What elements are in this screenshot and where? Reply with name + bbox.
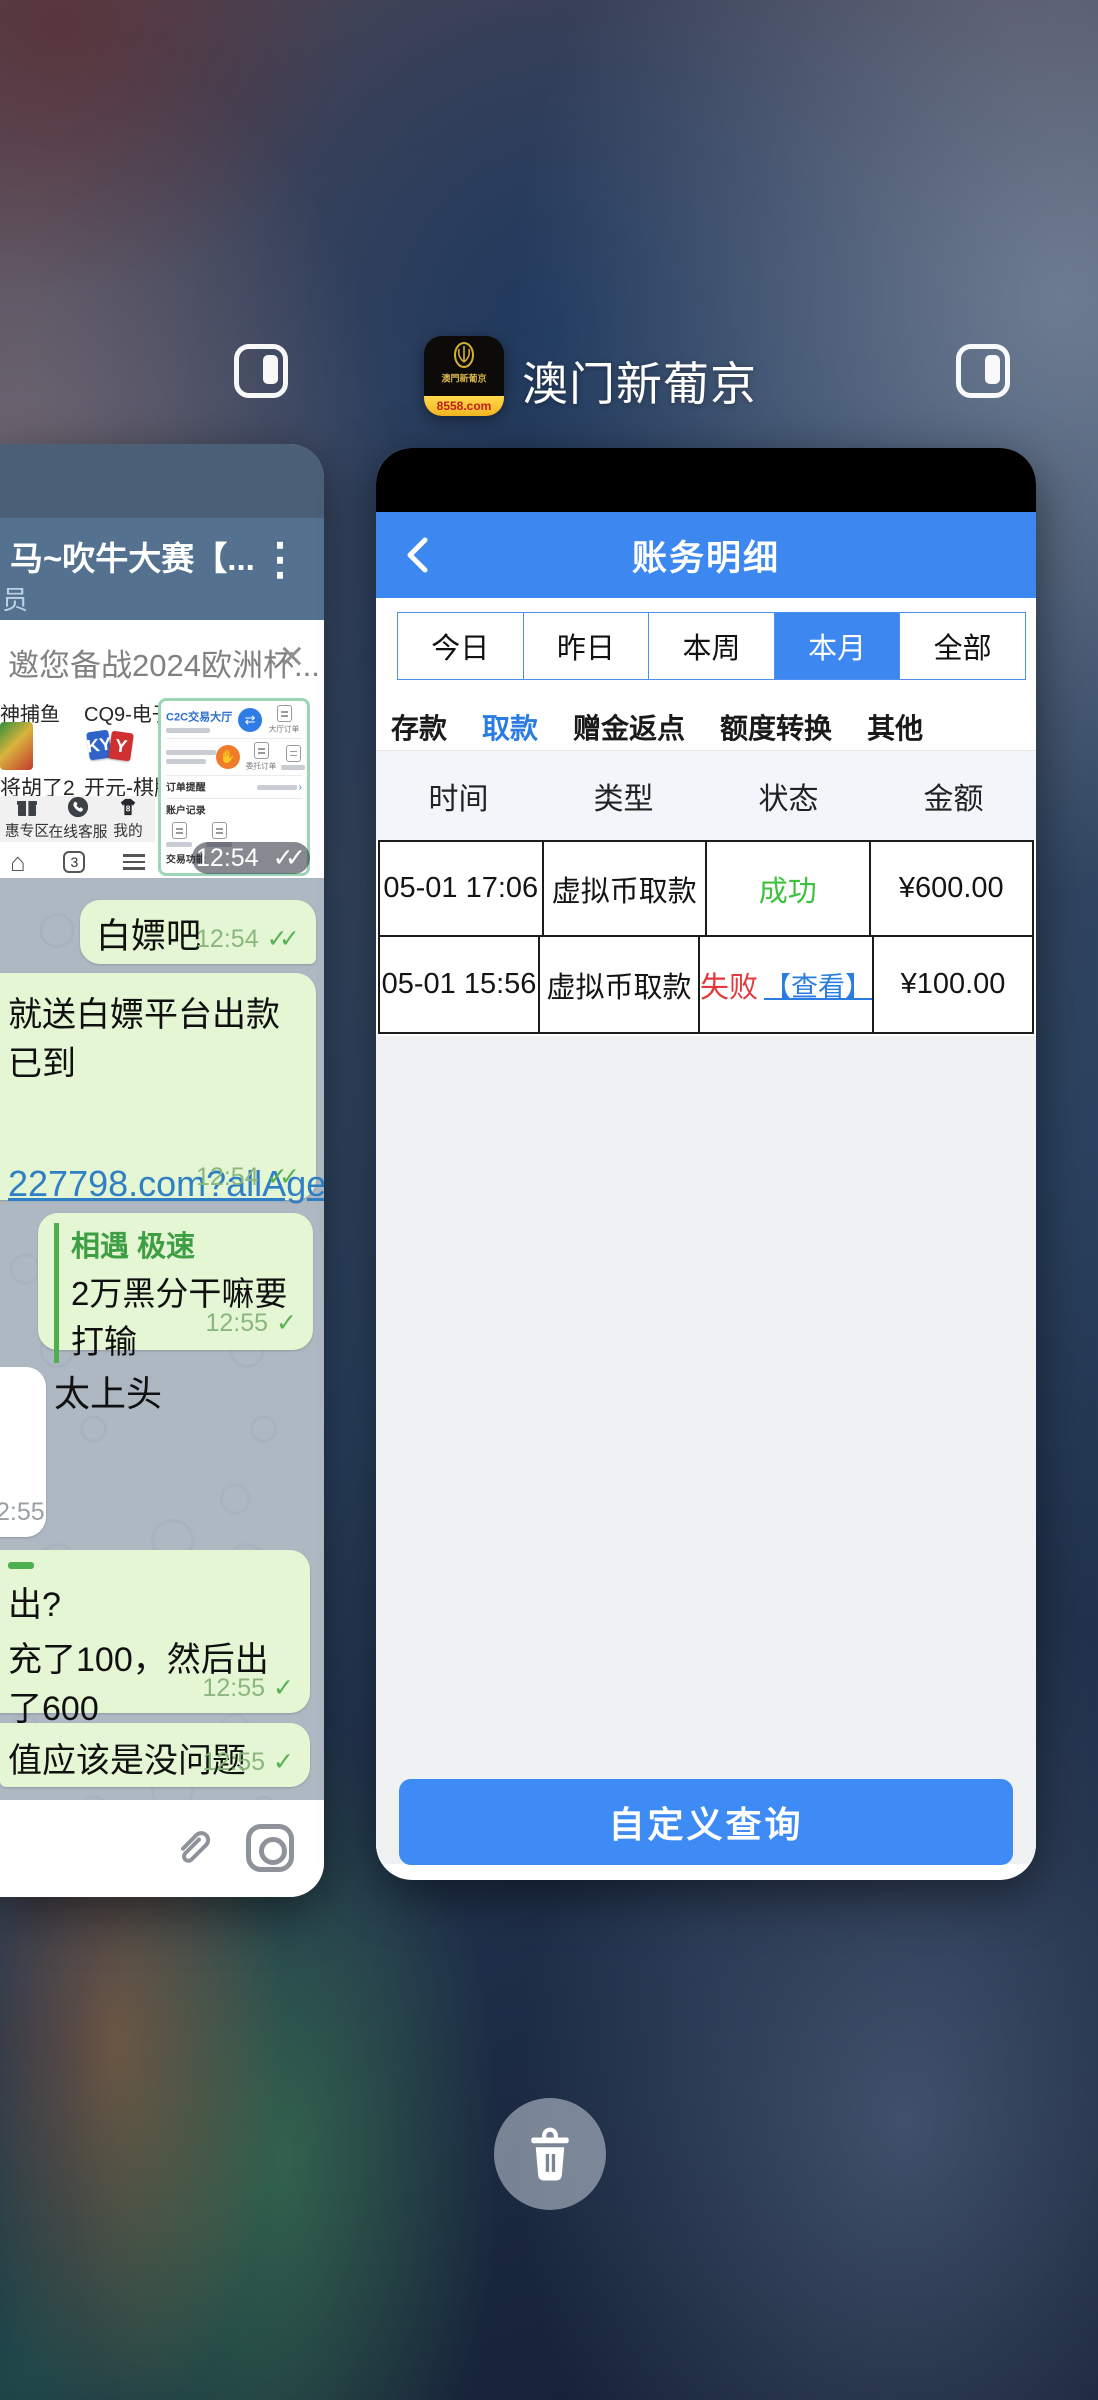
svg-text:8: 8 xyxy=(126,805,131,814)
account-detail-header: 账务明细 xyxy=(376,512,1036,598)
menu-gift-item: 惠专区 xyxy=(2,797,52,841)
cell-amount: ¥600.00 xyxy=(869,842,1033,935)
camera-icon[interactable] xyxy=(246,1824,294,1872)
pinned-message-text: 邀您备战2024欧洲杯... xyxy=(8,640,320,685)
trash-icon xyxy=(523,2125,577,2183)
telegram-app-card[interactable]: 马~吹牛大赛【... 员 ⋮ 邀您备战2024欧洲杯... × 神捕鱼 CQ9-… xyxy=(0,444,324,1897)
mahjong-game-icon xyxy=(0,722,33,770)
ky-logo-icon: KY Y xyxy=(86,730,138,762)
date-range-tabs: 今日 昨日 本周 本月 全部 xyxy=(397,612,1026,680)
chat-scroll-area[interactable]: 白嫖吧 12:54✓✓ 就送白嫖平台出款已到 227798.com?allAge… xyxy=(0,878,324,1800)
more-menu-icon[interactable]: ⋮ xyxy=(258,534,302,585)
cell-status-success: 成功 xyxy=(705,842,869,935)
cell-type: 虚拟币取款 xyxy=(538,937,698,1032)
message-input-bar[interactable] xyxy=(0,1800,324,1897)
cell-time: 05-01 15:56 xyxy=(380,937,538,1032)
outgoing-message-with-quote[interactable]: 相遇 极速 2万黑分干嘛要打输 太上头 12:55✓ xyxy=(38,1213,313,1350)
chat-members-label: 员 xyxy=(2,580,28,617)
telegram-chat-header: 马~吹牛大赛【... 员 ⋮ xyxy=(0,518,324,620)
col-amount: 金额 xyxy=(871,774,1036,818)
telegram-statusbar xyxy=(0,444,324,518)
tab-today[interactable]: 今日 xyxy=(398,613,523,679)
tab-other[interactable]: 其他 xyxy=(867,707,923,747)
incoming-message-cropped[interactable]: 2:55 xyxy=(0,1367,46,1537)
outgoing-message[interactable]: 白嫖吧 12:54✓✓ xyxy=(80,900,316,964)
casino-app-icon[interactable]: 澳門新葡京 8558.com xyxy=(424,336,504,416)
outgoing-message[interactable]: 出? 充了100，然后出了600 12:55✓ xyxy=(0,1550,310,1713)
tab-this-month[interactable]: 本月 xyxy=(774,613,900,679)
mini-menu-strip: 惠专区 在线客服 8 我的 xyxy=(0,796,155,842)
tab-withdraw[interactable]: 取款 xyxy=(482,707,538,747)
swap-icon: ⇄ xyxy=(238,708,262,732)
quoted-message[interactable]: 相遇 极速 2万黑分干嘛要打输 xyxy=(54,1223,299,1363)
menu-mine-item: 8 我的 xyxy=(104,797,154,841)
hamburger-icon xyxy=(123,850,145,874)
tab-this-week[interactable]: 本周 xyxy=(648,613,774,679)
col-time: 时间 xyxy=(376,774,541,818)
hand-icon: ✋ xyxy=(216,745,240,769)
tab-yesterday[interactable]: 昨日 xyxy=(523,613,649,679)
delete-all-button[interactable] xyxy=(494,2098,606,2210)
cell-type: 虚拟币取款 xyxy=(542,842,706,935)
col-type: 类型 xyxy=(541,774,706,818)
tab-quota-transfer[interactable]: 额度转换 xyxy=(720,707,832,747)
sent-ticks: ✓ xyxy=(273,1748,294,1776)
cell-status-failed: 失败 【查看】 xyxy=(698,937,872,1032)
back-icon[interactable] xyxy=(404,536,430,574)
doc-icon xyxy=(286,745,301,762)
calendar-icon xyxy=(277,705,292,722)
view-detail-link[interactable]: 【查看】 xyxy=(764,965,872,1004)
mini-browser-bar: ⌂ 3 xyxy=(0,846,155,878)
category-tabs: 存款 取款 赠金返点 额度转换 其他 xyxy=(391,704,923,750)
chat-title: 马~吹牛大赛【... xyxy=(10,532,255,580)
app-icon-name: 澳門新葡京 xyxy=(442,371,487,385)
sent-ticks: ✓✓ xyxy=(267,925,300,953)
cell-amount: ¥100.00 xyxy=(872,937,1032,1032)
table-row: 05-01 17:06 虚拟币取款 成功 ¥600.00 xyxy=(378,840,1034,937)
adjacent-app-icon-left[interactable] xyxy=(234,344,288,398)
sent-ticks: ✓ xyxy=(276,1309,297,1337)
c2c-title: C2C交易大厅 xyxy=(166,708,232,724)
tab-count-icon: 3 xyxy=(63,851,85,873)
custom-query-button[interactable]: 自定义查询 xyxy=(399,1779,1013,1865)
casino-statusbar xyxy=(376,448,1036,512)
phone-icon xyxy=(67,796,89,818)
empty-list-area xyxy=(376,1036,1036,1864)
jersey-icon: 8 xyxy=(117,797,139,817)
ky-tile-y: Y xyxy=(108,731,134,762)
adjacent-app-icon-right[interactable] xyxy=(956,344,1010,398)
tab-all[interactable]: 全部 xyxy=(899,613,1025,679)
doc-icon xyxy=(254,742,269,759)
casino-app-card[interactable]: 账务明细 今日 昨日 本周 本月 全部 存款 取款 赠金返点 额度转换 其他 时… xyxy=(376,448,1036,1880)
col-status: 状态 xyxy=(706,774,871,818)
page-title: 账务明细 xyxy=(632,530,780,581)
quote-bar-remnant xyxy=(8,1562,34,1569)
table-header-row: 时间 类型 状态 金额 xyxy=(376,750,1036,840)
app-icon-domain: 8558.com xyxy=(424,396,504,416)
read-ticks: ✓✓ xyxy=(273,843,306,873)
cell-time: 05-01 17:06 xyxy=(380,842,542,935)
menu-service-item: 在线客服 xyxy=(52,796,104,842)
account-record-label: 账户记录 xyxy=(166,803,288,817)
photo-timestamp-badge: 12:54✓✓ xyxy=(192,842,310,874)
paperclip-icon[interactable] xyxy=(168,1822,218,1872)
tab-deposit[interactable]: 存款 xyxy=(391,707,447,747)
outgoing-message[interactable]: 就送白嫖平台出款已到 227798.com?allAgent 12:54✓✓ xyxy=(0,973,316,1200)
table-row: 05-01 15:56 虚拟币取款 失败 【查看】 ¥100.00 xyxy=(378,937,1034,1034)
sent-ticks: ✓ xyxy=(273,1674,294,1702)
lotus-emblem-icon xyxy=(446,340,482,370)
sent-ticks: ✓✓ xyxy=(267,1163,300,1191)
gift-icon xyxy=(16,797,38,817)
tab-bonus-rebate[interactable]: 赠金返点 xyxy=(573,707,685,747)
outgoing-message[interactable]: 值应该是没问题 12:55✓ xyxy=(0,1723,310,1787)
order-remind-label: 订单提醒 xyxy=(166,780,206,794)
chevron-right-icon: › xyxy=(299,782,302,793)
close-icon[interactable]: × xyxy=(279,632,304,680)
photo-message[interactable]: 神捕鱼 CQ9-电子 KY Y 将胡了2 开元-棋牌 惠专区 在线客服 8 我的… xyxy=(0,696,324,878)
switcher-app-title: 澳门新葡京 xyxy=(522,348,757,414)
pinned-message-bar[interactable]: 邀您备战2024欧洲杯... × xyxy=(0,620,324,696)
home-icon: ⌂ xyxy=(10,849,26,875)
